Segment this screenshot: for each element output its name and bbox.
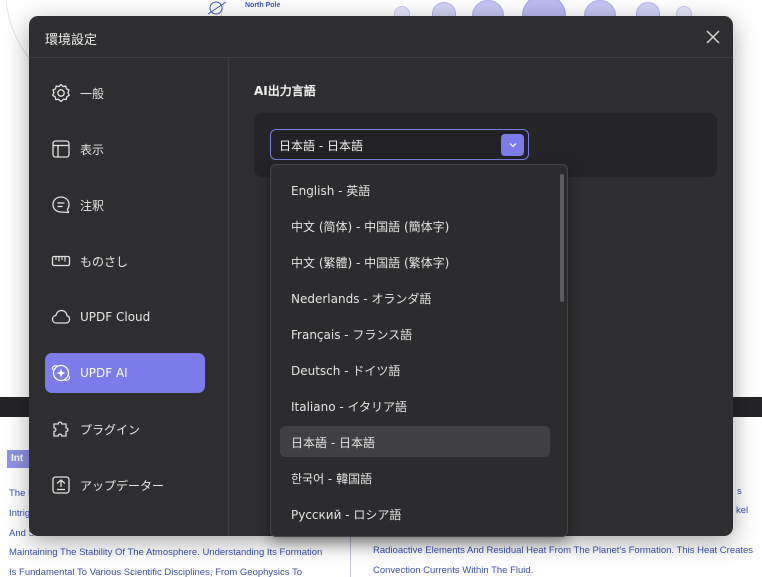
dialog-title: 環境設定 — [45, 33, 98, 48]
dropdown-option[interactable]: Français - フランス語 — [280, 318, 550, 349]
close-icon — [706, 30, 720, 44]
dropdown-option[interactable]: Nederlands - オランダ語 — [280, 282, 550, 313]
language-dropdown: English - 英語 中文 (简体) - 中国語 (簡体字) 中文 (繁體)… — [270, 164, 568, 537]
option-label: Nederlands - オランダ語 — [291, 292, 432, 306]
sidebar-item-display[interactable]: 表示 — [45, 129, 205, 169]
option-label: Italiano - イタリア語 — [291, 400, 408, 414]
cloud-icon — [50, 306, 72, 328]
sidebar-item-updater[interactable]: アップデーター — [45, 465, 205, 505]
doc-text-line: Radioactive Elements And Residual Heat F… — [373, 545, 754, 556]
sidebar-item-general[interactable]: 一般 — [45, 73, 205, 113]
sidebar-item-label: プラグイン — [80, 422, 141, 437]
doc-text-line: Convection Currents Within The Fluid. — [373, 565, 534, 576]
option-label: 中文 (繁體) - 中国語 (繁体字) — [291, 256, 450, 270]
dropdown-option[interactable]: English - 英語 — [280, 174, 550, 205]
select-value: 日本語 - 日本語 — [279, 139, 363, 153]
puzzle-icon — [50, 418, 72, 440]
section-title: AI出力言語 — [254, 84, 316, 98]
sidebar-item-label: アップデーター — [80, 478, 165, 493]
dropdown-option[interactable]: Deutsch - ドイツ語 — [280, 354, 550, 385]
dropdown-option[interactable]: 한국어 - 韓国語 — [280, 462, 550, 493]
sidebar-item-ruler[interactable]: ものさし — [45, 241, 205, 281]
sidebar-item-label: 一般 — [80, 86, 105, 101]
update-icon — [50, 474, 72, 496]
sidebar-item-updf-cloud[interactable]: UPDF Cloud — [45, 297, 205, 337]
diagram-label: North Pole — [245, 2, 281, 9]
option-label: 中文 (简体) - 中国語 (簡体字) — [291, 220, 450, 234]
dropdown-option[interactable]: 中文 (繁體) - 中国語 (繁体字) — [280, 246, 550, 277]
option-label: Français - フランス語 — [291, 328, 413, 342]
layout-icon — [50, 138, 72, 160]
gear-icon — [50, 82, 72, 104]
dropdown-option[interactable]: 中文 (简体) - 中国語 (簡体字) — [280, 210, 550, 241]
comment-icon — [50, 194, 72, 216]
ai-output-language-select[interactable]: 日本語 - 日本語 — [270, 129, 529, 160]
dropdown-option-selected[interactable]: 日本語 - 日本語 — [280, 426, 550, 457]
chevron-down-icon[interactable] — [501, 134, 524, 156]
dropdown-option[interactable]: Italiano - イタリア語 — [280, 390, 550, 421]
ruler-icon — [50, 250, 72, 272]
sidebar-item-label: 表示 — [80, 142, 105, 157]
doc-text-line: Is Fundamental To Various Scientific Dis… — [9, 567, 303, 577]
option-label: 한국어 - 韓国語 — [291, 472, 373, 486]
sidebar-item-plugins[interactable]: プラグイン — [45, 409, 205, 449]
doc-text-line: kel — [736, 505, 749, 516]
dropdown-option[interactable]: Русский - ロシア語 — [280, 498, 550, 529]
preferences-sidebar: 一般 表示 注釈 ものさし UPDF Cloud UPDF AI プラグイン ア… — [29, 58, 229, 536]
doc-text-line: Intrig — [9, 508, 31, 519]
sidebar-item-label: 注釈 — [80, 198, 105, 213]
option-label: 日本語 - 日本語 — [291, 436, 375, 450]
ai-icon — [50, 362, 72, 384]
sidebar-item-label: UPDF Cloud — [80, 310, 151, 324]
sidebar-item-label: ものさし — [80, 254, 129, 269]
option-label: Русский - ロシア語 — [291, 508, 402, 522]
close-button[interactable] — [701, 25, 725, 49]
doc-text-line: The I — [9, 488, 31, 499]
doc-text-line: Maintaining The Stability Of The Atmosph… — [9, 547, 323, 558]
sidebar-item-label: UPDF AI — [80, 366, 128, 380]
dropdown-scrollbar[interactable] — [560, 174, 564, 302]
doc-text-line: s — [737, 486, 742, 497]
option-label: Deutsch - ドイツ語 — [291, 364, 401, 378]
sidebar-item-updf-ai[interactable]: UPDF AI — [45, 353, 205, 393]
option-label: English - 英語 — [291, 184, 371, 198]
sidebar-item-annotation[interactable]: 注釈 — [45, 185, 205, 225]
